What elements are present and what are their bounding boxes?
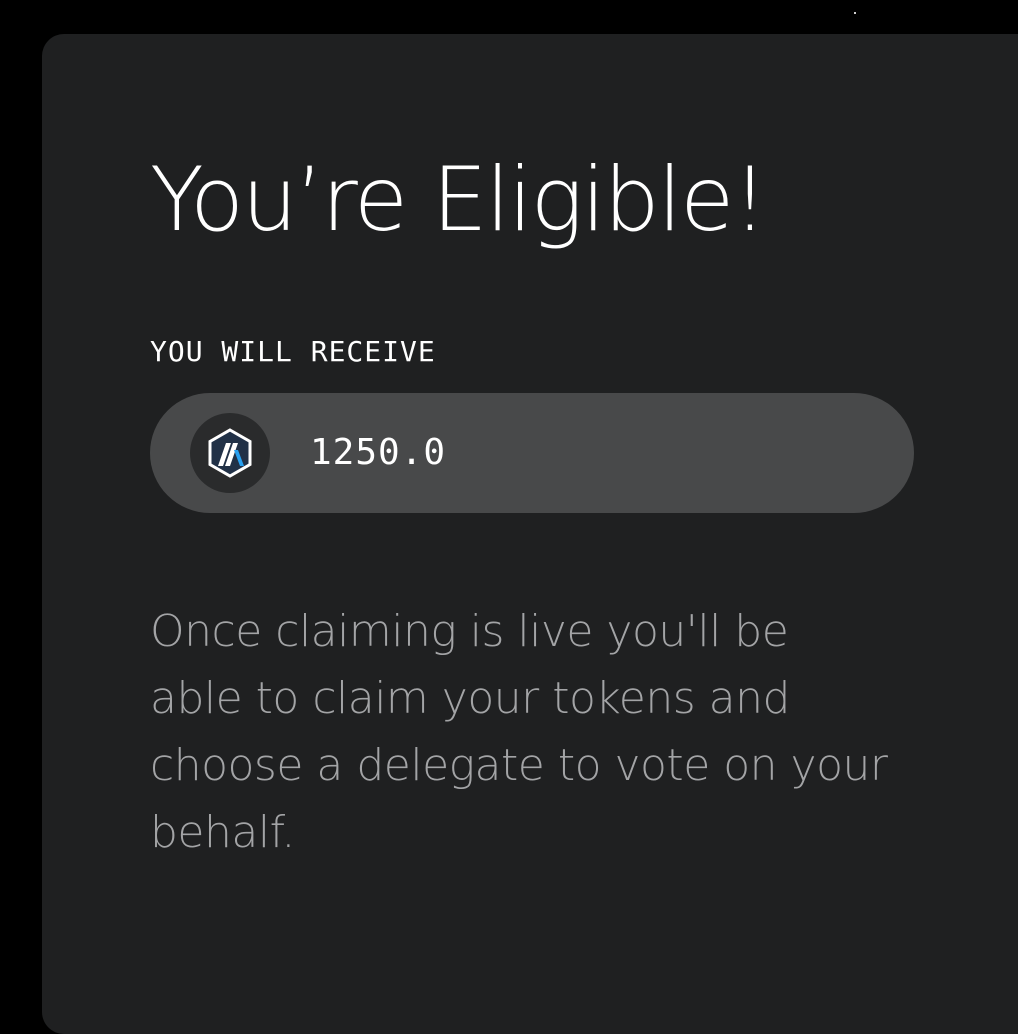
page-title: You’re Eligible! bbox=[150, 148, 767, 251]
receive-label: YOU WILL RECEIVE bbox=[150, 335, 436, 368]
token-amount-pill: 1250.0 bbox=[150, 393, 914, 513]
claim-info-text: Once claiming is live you'll be able to … bbox=[150, 606, 888, 858]
arbitrum-logo-icon bbox=[190, 413, 270, 493]
arbitrum-logo-icon-svg bbox=[208, 428, 252, 478]
token-amount: 1250.0 bbox=[310, 432, 447, 473]
screen-speck bbox=[854, 12, 856, 14]
